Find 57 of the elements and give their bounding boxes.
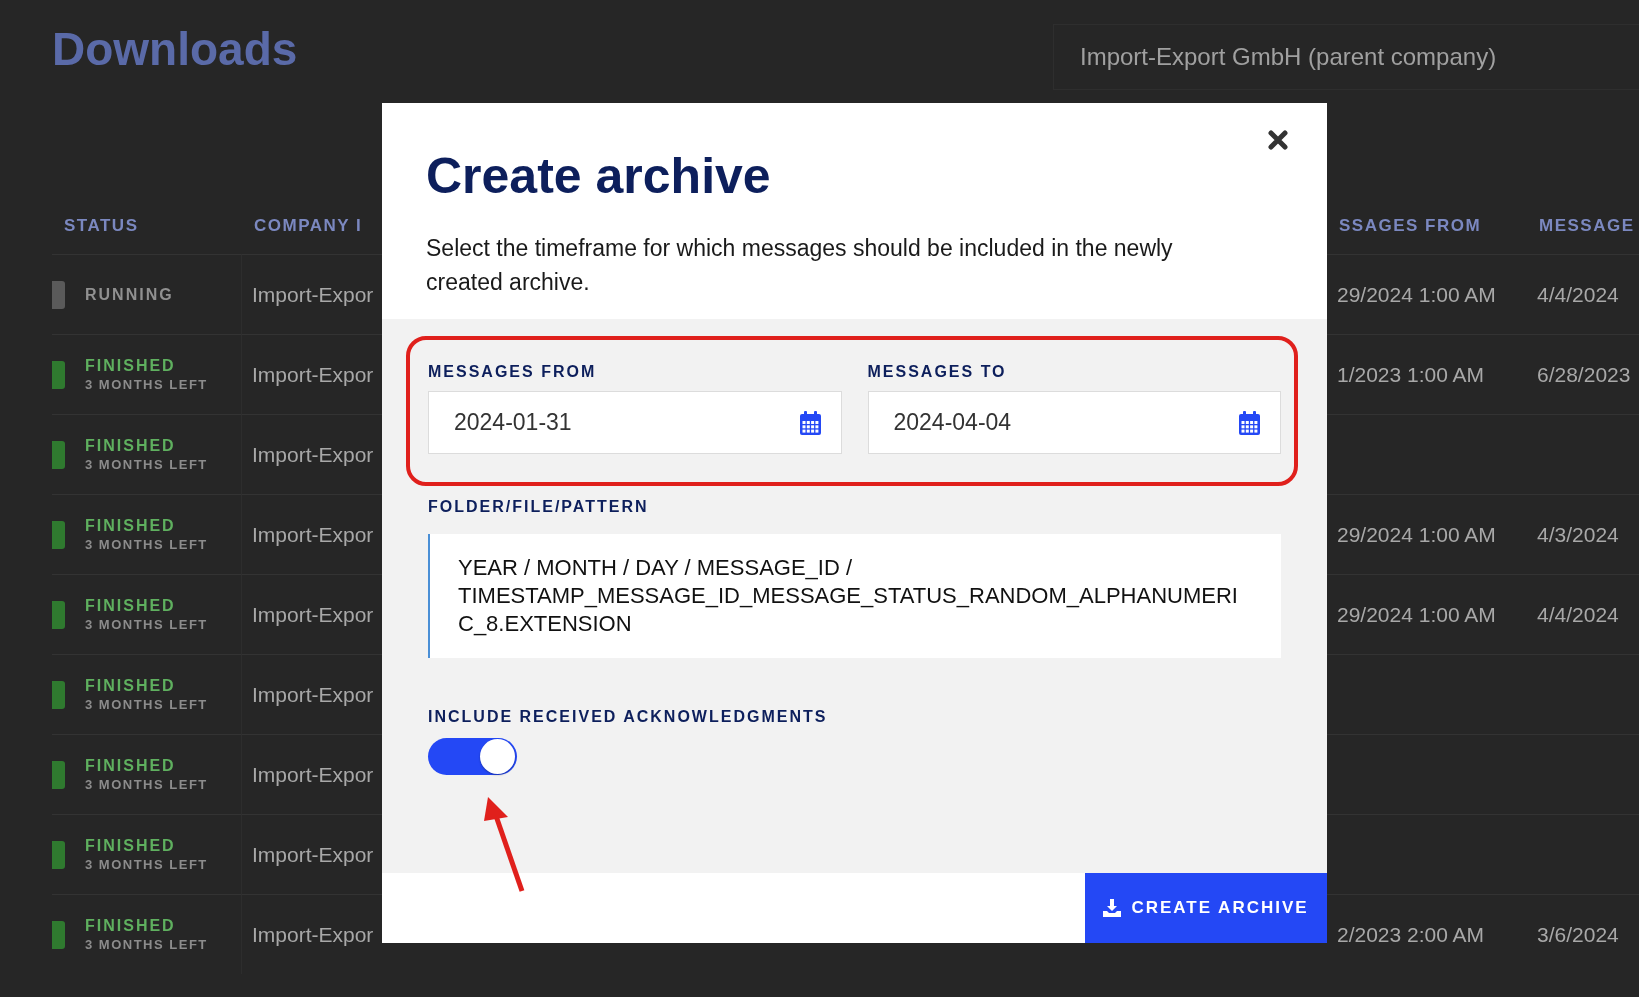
table-cell: 2/2023 2:00 AM — [1337, 922, 1485, 947]
calendar-icon[interactable] — [799, 410, 821, 435]
table-cell: Import-Expor — [252, 362, 374, 387]
table-cell: 29/2024 1:00 AM — [1337, 602, 1496, 627]
status-note: 3 MONTHS LEFT — [85, 617, 208, 632]
field-label: MESSAGES TO — [867, 363, 1008, 381]
table-cell: 4/4/2024 — [1537, 602, 1619, 627]
table-cell: Import-Expor — [252, 602, 374, 627]
status-label: FINISHED — [85, 437, 177, 455]
status-note: 3 MONTHS LEFT — [85, 857, 208, 872]
table-cell: 1/2023 1:00 AM — [1337, 362, 1485, 387]
table-cell: 29/2024 1:00 AM — [1337, 522, 1496, 547]
column-header: COMPANY I — [253, 216, 364, 237]
close-button[interactable] — [1265, 127, 1291, 153]
field-label: MESSAGES FROM — [428, 363, 598, 381]
table-cell: Import-Expor — [252, 522, 374, 547]
table-cell: Import-Expor — [252, 682, 374, 707]
status-note: 3 MONTHS LEFT — [85, 697, 208, 712]
field-label: FOLDER/FILE/PATTERN — [428, 498, 650, 516]
table-cell: Import-Expor — [252, 922, 374, 947]
status-label: FINISHED — [85, 837, 177, 855]
dialog-description: Select the timeframe for which messages should be included in the newly created archive. — [426, 234, 1174, 297]
status-label: FINISHED — [85, 357, 177, 375]
date-field[interactable]: 2024-04-04 — [867, 391, 1281, 454]
status-note: 3 MONTHS LEFT — [85, 537, 208, 552]
column-header: STATUS — [63, 216, 140, 237]
table-cell: 4/4/2024 — [1537, 282, 1619, 307]
table-cell: 4/3/2024 — [1537, 522, 1619, 547]
status-label: FINISHED — [85, 757, 177, 775]
status-label: FINISHED — [85, 917, 177, 935]
table-cell: Import-Expor — [252, 842, 374, 867]
table-cell: 3/6/2024 — [1537, 922, 1619, 947]
create-archive-button[interactable]: CREATE ARCHIVE — [1085, 873, 1327, 943]
status-note: 3 MONTHS LEFT — [85, 937, 208, 952]
download-icon — [1103, 899, 1122, 917]
status-label: FINISHED — [85, 677, 177, 695]
company-select[interactable]: Import-Export GmbH (parent company) — [1053, 24, 1639, 90]
table-cell: Import-Expor — [252, 442, 374, 467]
pattern-field[interactable]: YEAR / MONTH / DAY / MESSAGE_ID / TIMESTAMP_MESSAGE_ID_MESSAGE_STATUS_RANDOM_ALPHANUMERIC_8.EXTENSION — [428, 534, 1281, 658]
table-cell: 6/28/2023 — [1537, 362, 1631, 387]
toggle-switch[interactable] — [428, 738, 517, 775]
dialog-title: Create archive — [426, 147, 772, 205]
status-note: 3 MONTHS LEFT — [85, 457, 208, 472]
page-title: Downloads — [52, 22, 298, 76]
status-note: 3 MONTHS LEFT — [85, 377, 208, 392]
table-cell: Import-Expor — [252, 762, 374, 787]
field-label: INCLUDE RECEIVED ACKNOWLEDGMENTS — [428, 708, 829, 726]
table-cell: 29/2024 1:00 AM — [1337, 282, 1496, 307]
table-cell: Import-Expor — [252, 282, 374, 307]
status-label: RUNNING — [85, 285, 174, 304]
status-label: FINISHED — [85, 517, 177, 535]
calendar-icon[interactable] — [1239, 410, 1260, 435]
column-header: SSAGES FROM — [1338, 216, 1483, 237]
column-header: MESSAGE — [1538, 216, 1636, 237]
status-label: FINISHED — [85, 597, 177, 615]
date-field[interactable]: 2024-01-31 — [428, 391, 842, 454]
status-note: 3 MONTHS LEFT — [85, 777, 208, 792]
